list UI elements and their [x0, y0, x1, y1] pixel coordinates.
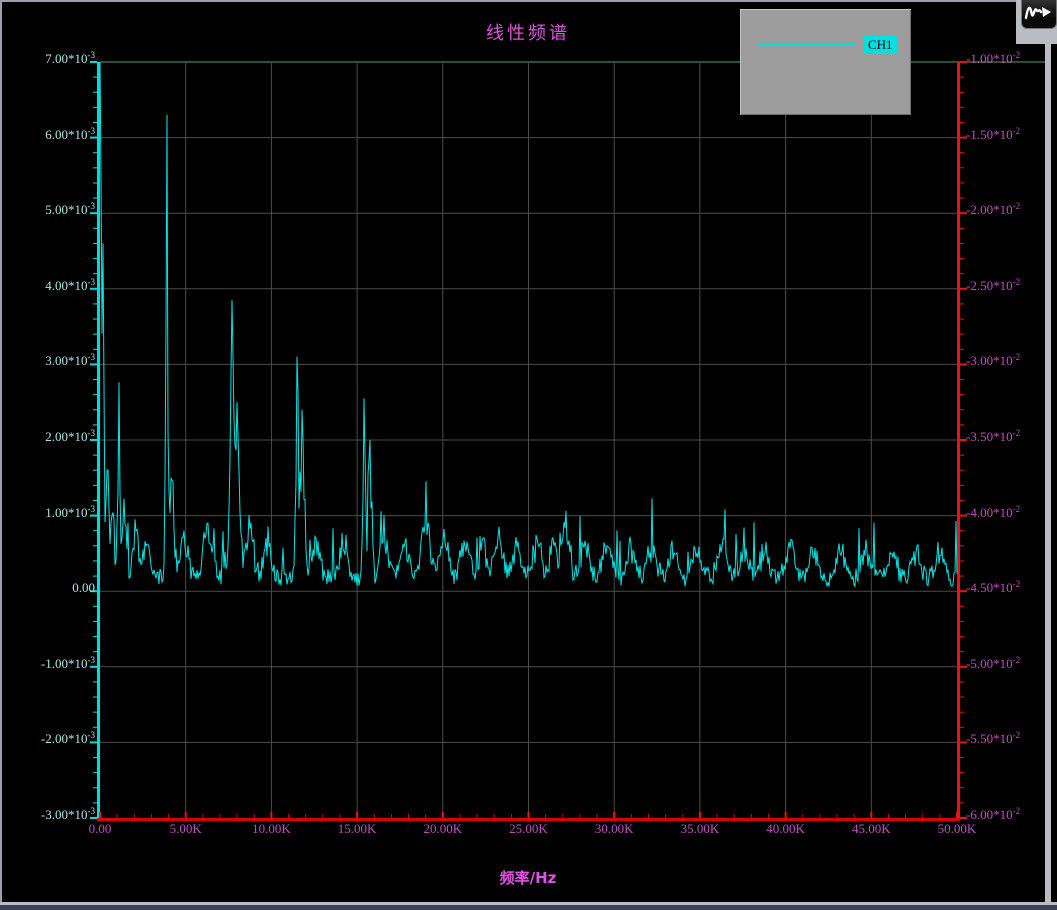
x-axis-tick-label: 50.00K — [938, 822, 977, 836]
left-axis-tick-label: 1.00*10-3 — [45, 506, 95, 521]
x-axis-tick-label: 35.00K — [681, 822, 720, 836]
legend-series-label[interactable]: CH1 — [864, 36, 897, 54]
x-axis-tick-label: 10.00K — [252, 822, 291, 836]
window-left-border — [0, 0, 2, 903]
legend-line-sample — [757, 44, 856, 46]
left-axis-tick-label: 5.00*10-3 — [45, 203, 95, 218]
page-title: 线性频谱 — [486, 19, 570, 45]
right-axis-tick-label: -1.50*10-2 — [966, 128, 1020, 143]
taskbar-edge — [0, 905, 1057, 910]
x-axis-tick-label: 5.00K — [170, 822, 202, 836]
right-axis-tick-label: -3.50*10-2 — [966, 430, 1020, 445]
left-axis-tick-label: -2.00*10-3 — [41, 732, 95, 747]
left-axis-tick-label: -1.00*10-3 — [41, 657, 95, 672]
right-axis-tick-label: -2.00*10-2 — [966, 203, 1020, 218]
x-axis-tick-label: 20.00K — [423, 822, 462, 836]
x-axis-tick-label: 40.00K — [766, 822, 805, 836]
left-axis-tick-label: 0.00 — [72, 581, 95, 595]
x-axis-tick-label: 25.00K — [509, 822, 548, 836]
waveform-glyph — [1023, 1, 1055, 27]
window-top-border — [0, 0, 1057, 2]
x-axis-tick-label: 45.00K — [852, 822, 891, 836]
right-axis-tick-label: -5.00*10-2 — [966, 657, 1020, 672]
right-axis-tick-label: -5.50*10-2 — [966, 732, 1020, 747]
window-right-border[interactable] — [1045, 0, 1051, 903]
x-axis-tick-label: 30.00K — [595, 822, 634, 836]
right-axis-tick-label: -3.00*10-2 — [966, 354, 1020, 369]
app-window: 线性频谱 频率/Hz 7.00*10-3 6.00*10-3 5.00*10-3 4.… — [0, 0, 1057, 910]
left-axis-tick-label: 2.00*10-3 — [45, 430, 95, 445]
left-axis-tick-label: 6.00*10-3 — [45, 128, 95, 143]
left-axis-tick-label: -3.00*10-3 — [41, 808, 95, 823]
right-axis-tick-label: -1.00*10-2 — [966, 52, 1020, 67]
spectrum-plot — [0, 0, 1057, 910]
x-axis-title: 频率/Hz — [500, 867, 557, 888]
left-axis-tick-label: 7.00*10-3 — [45, 52, 95, 67]
left-axis-tick-label: 3.00*10-3 — [45, 354, 95, 369]
right-axis-tick-label: -4.50*10-2 — [966, 581, 1020, 596]
desktop-corner-patch — [1016, 0, 1057, 44]
waveform-icon[interactable] — [1021, 0, 1057, 29]
right-axis-tick-label: -2.50*10-2 — [966, 279, 1020, 294]
x-axis-tick-label: 0.00 — [89, 822, 112, 836]
x-axis-tick-label: 15.00K — [338, 822, 377, 836]
left-axis-tick-label: 4.00*10-3 — [45, 279, 95, 294]
legend[interactable]: CH1 — [740, 9, 911, 115]
right-axis-tick-label: -4.00*10-2 — [966, 506, 1020, 521]
